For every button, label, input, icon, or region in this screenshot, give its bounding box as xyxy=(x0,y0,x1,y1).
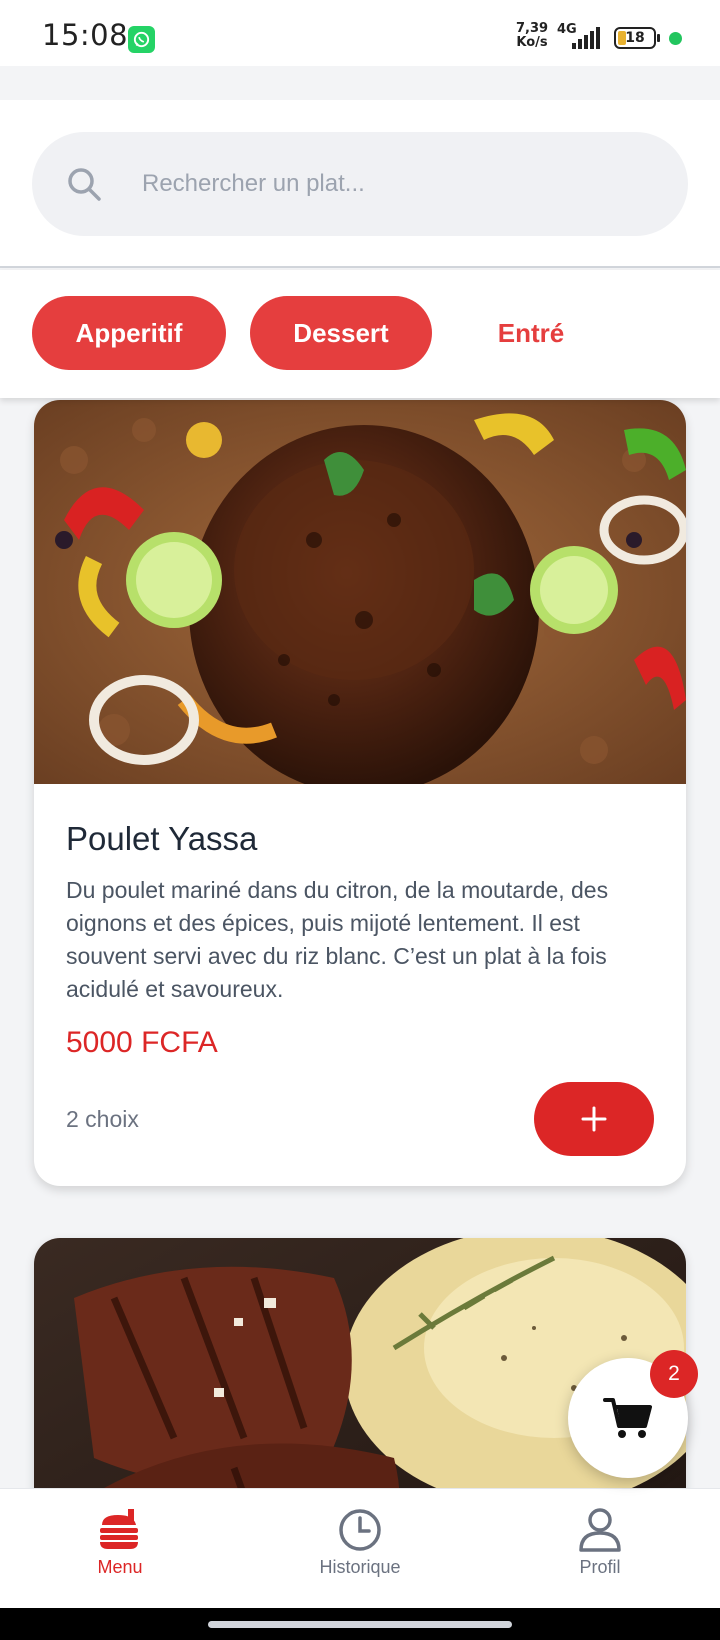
search-bar[interactable] xyxy=(32,132,688,236)
bottom-navigation: Menu Historique Profil xyxy=(0,1488,720,1608)
burger-icon xyxy=(100,1509,138,1549)
dish-image xyxy=(34,400,686,784)
dish-title: Poulet Yassa xyxy=(66,820,258,857)
dish-card[interactable]: Poulet Yassa Du poulet mariné dans du ci… xyxy=(34,400,686,1186)
status-time: 15:08 xyxy=(42,18,129,52)
dish-description: Du poulet mariné dans du citron, de la m… xyxy=(66,877,609,1002)
search-input[interactable] xyxy=(142,158,622,210)
system-navigation-bar xyxy=(0,1608,720,1640)
cart-count-badge: 2 xyxy=(650,1350,698,1398)
home-gesture-handle[interactable] xyxy=(208,1621,512,1628)
nav-historique-label: Historique xyxy=(319,1557,401,1577)
search-panel xyxy=(0,100,720,268)
nav-menu[interactable]: Menu xyxy=(50,1507,190,1597)
add-to-cart-button[interactable] xyxy=(534,1082,654,1156)
privacy-dot-icon xyxy=(669,32,682,45)
cart-icon xyxy=(603,1398,652,1438)
category-apperitif[interactable]: Apperitif xyxy=(32,296,226,370)
category-dessert[interactable]: Dessert xyxy=(250,296,432,370)
plus-icon xyxy=(581,1106,607,1132)
network-speed: 7,39 Ko/s xyxy=(516,21,549,50)
battery-icon: 18 xyxy=(614,27,660,49)
signal-icon xyxy=(572,27,600,49)
nav-profil[interactable]: Profil xyxy=(530,1507,670,1597)
dish-price: 5000 FCFA xyxy=(66,1026,218,1059)
category-bar: Apperitif Dessert Entré xyxy=(0,270,720,398)
nav-historique[interactable]: Historique xyxy=(290,1507,430,1597)
clock-icon xyxy=(339,1509,381,1551)
whatsapp-icon xyxy=(128,26,155,53)
nav-menu-label: Menu xyxy=(97,1557,143,1577)
search-icon xyxy=(68,168,101,201)
user-icon xyxy=(579,1508,621,1552)
nav-profil-label: Profil xyxy=(579,1557,621,1577)
dish-choices: 2 choix xyxy=(66,1106,139,1132)
category-entre[interactable]: Entré xyxy=(468,296,594,370)
status-bar: 15:08 7,39 Ko/s 4G 18 xyxy=(0,0,720,66)
